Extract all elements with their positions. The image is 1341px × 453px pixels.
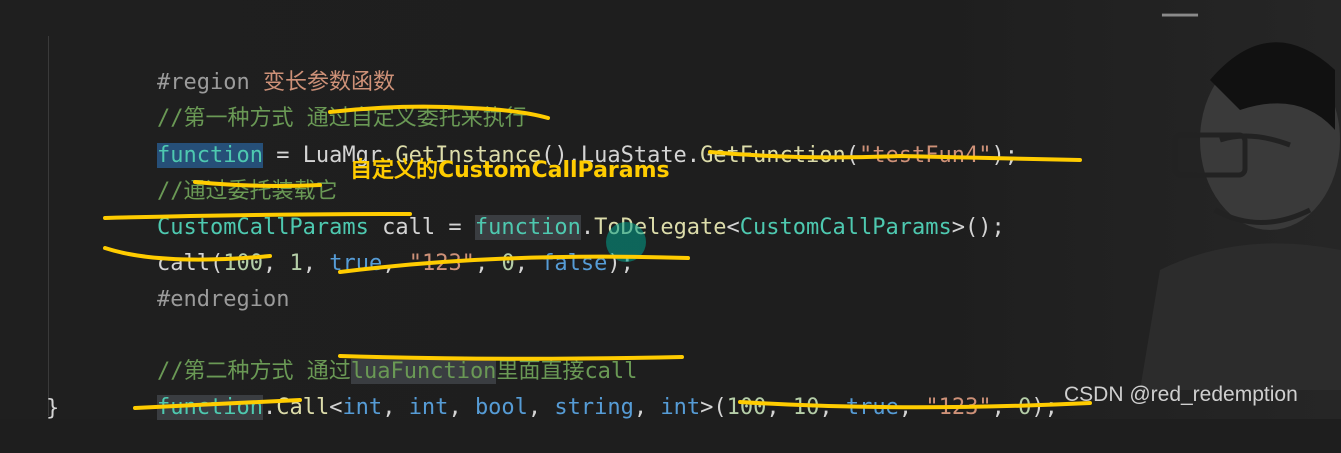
underline-stroke xyxy=(103,246,272,262)
annotation-overlay xyxy=(103,104,1092,410)
underline-stroke xyxy=(103,212,412,220)
underline-stroke xyxy=(338,354,684,361)
underline-stroke xyxy=(708,150,1082,162)
code-editor[interactable]: — #region 变长参数函数 //第一种方式 通过自定义委托来执行 func… xyxy=(0,0,1341,421)
annotation-label: 自定义的CustomCallParams xyxy=(350,158,670,183)
underline-stroke xyxy=(328,104,550,120)
underline-stroke xyxy=(133,398,302,410)
underline-stroke xyxy=(193,180,322,188)
watermark: CSDN @red_redemption xyxy=(1064,383,1298,406)
underline-stroke xyxy=(338,254,690,274)
underline-stroke xyxy=(738,400,1092,410)
